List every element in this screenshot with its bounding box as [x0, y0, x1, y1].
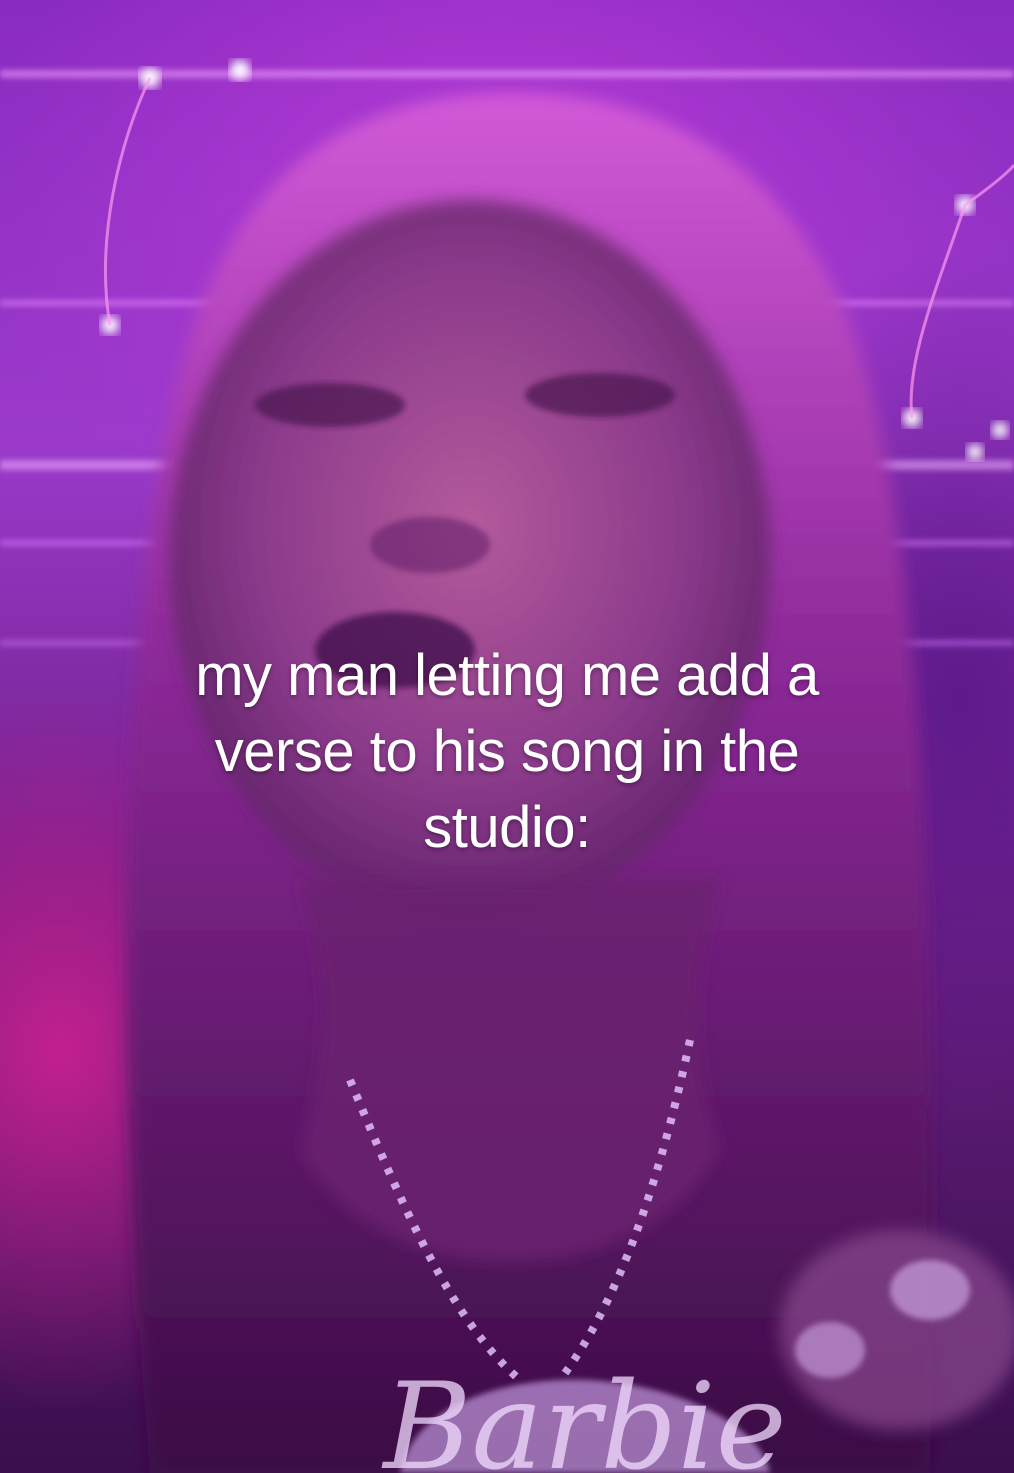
light-bulb — [967, 444, 983, 460]
caption-line-2: verse to his song in the — [214, 719, 800, 784]
light-bulb — [992, 422, 1008, 438]
neck-chest — [300, 880, 720, 1263]
nail — [890, 1260, 970, 1320]
left-eye — [255, 383, 405, 427]
caption-line-1: my man letting me add a — [195, 643, 819, 708]
nose — [370, 517, 490, 573]
right-eye — [525, 373, 675, 417]
pendant-text: Barbie — [381, 1358, 786, 1473]
nail — [795, 1322, 865, 1378]
caption-line-3: studio: — [423, 795, 591, 860]
pendant: Barbie — [381, 1358, 787, 1473]
video-frame: Barbie my man letting me add a verse to … — [0, 0, 1014, 1473]
light-bulb — [230, 60, 250, 80]
video-caption: my man letting me add a verse to his son… — [0, 638, 1014, 866]
